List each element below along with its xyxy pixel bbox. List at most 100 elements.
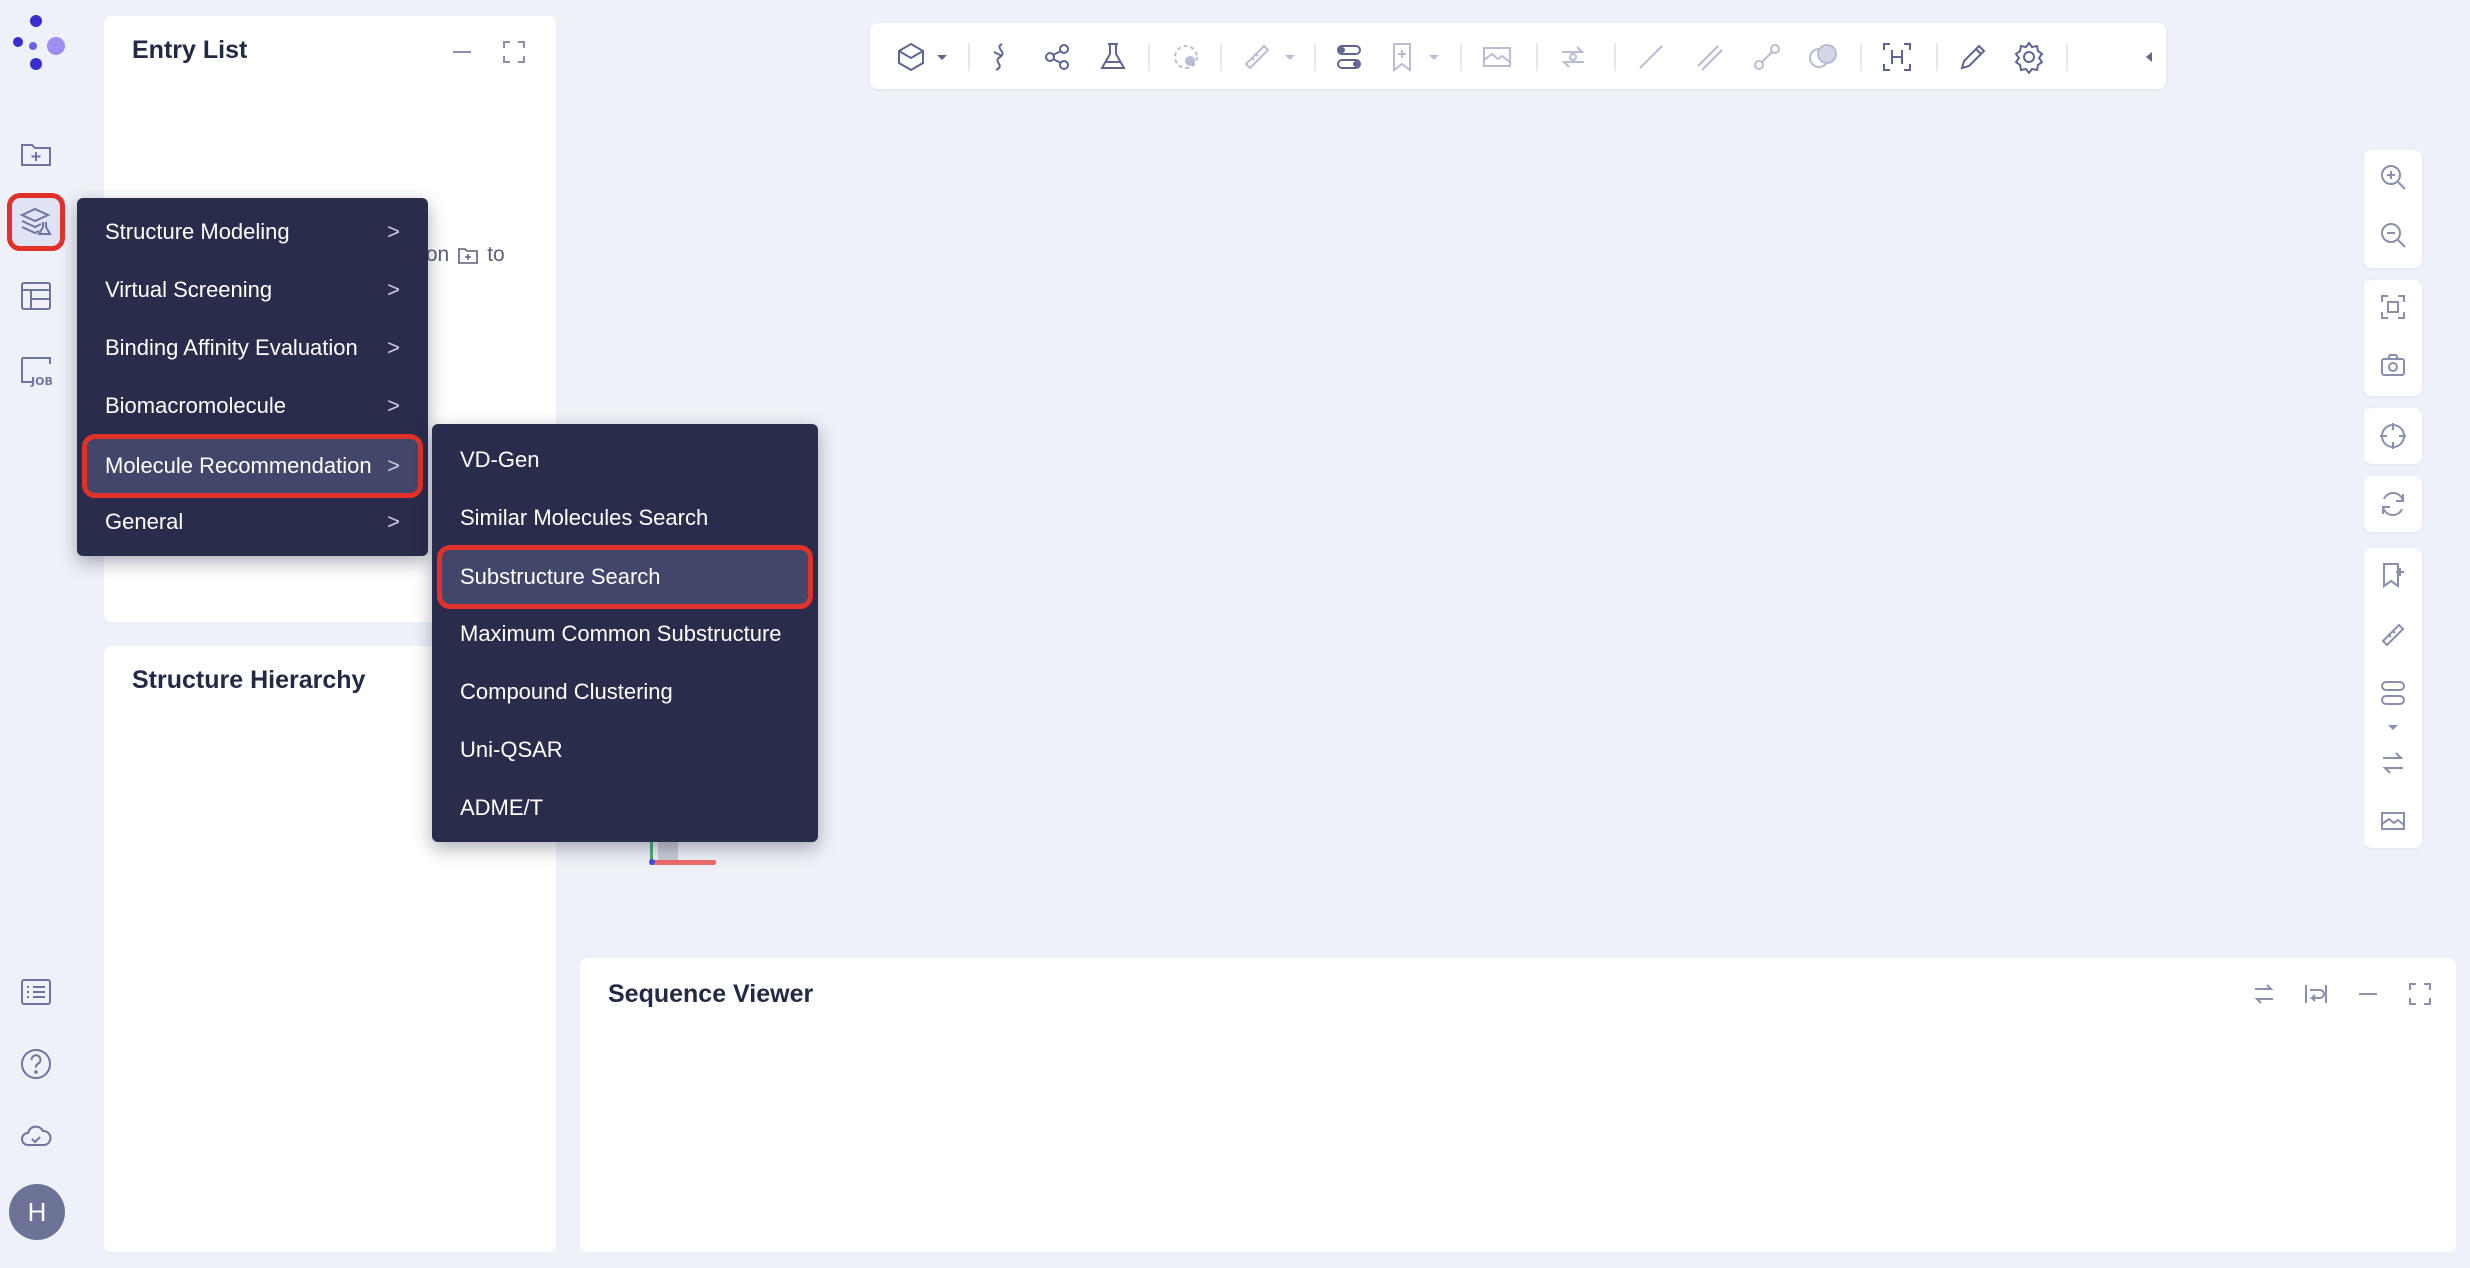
entry-list-title: Entry List [132, 36, 248, 64]
menu-item-label: Structure Modeling [105, 219, 290, 244]
align-icon[interactable] [2378, 678, 2408, 708]
list-icon [21, 979, 51, 1005]
menu-item-label: General [105, 509, 184, 534]
fullscreen-icon[interactable] [500, 38, 528, 66]
menu-item-label: Similar Molecules Search [460, 505, 709, 530]
submenu-item-similar-molecules-search[interactable]: Similar Molecules Search [440, 492, 810, 544]
task-list-button[interactable] [10, 966, 62, 1018]
tools-menu: Structure Modeling > Virtual Screening >… [77, 198, 428, 556]
target-icon[interactable] [2378, 421, 2408, 451]
chevron-right-icon: > [387, 393, 400, 418]
menu-item-biomacromolecule[interactable]: Biomacromolecule > [85, 380, 420, 432]
minimize-icon[interactable] [2354, 980, 2382, 1008]
submenu-item-uni-qsar[interactable]: Uni-QSAR [440, 724, 810, 776]
menu-item-label: VD-Gen [460, 447, 540, 472]
axis-indicator [649, 840, 716, 865]
fullscreen-icon[interactable] [2406, 980, 2434, 1008]
jobs-button[interactable]: JOB [10, 344, 62, 396]
cloud-button[interactable] [10, 1110, 62, 1162]
app-logo[interactable] [6, 12, 70, 76]
chevron-right-icon: > [387, 335, 400, 360]
folder-plus-icon [21, 144, 51, 166]
view-tools [2364, 280, 2422, 396]
pencil-icon[interactable] [1956, 40, 1990, 74]
menu-item-label: Biomacromolecule [105, 393, 286, 418]
submenu-item-substructure-search[interactable]: Substructure Search [437, 545, 813, 609]
image-grid-icon[interactable] [1480, 40, 1514, 74]
menu-item-label: Substructure Search [460, 564, 661, 589]
zoom-out-icon[interactable] [2378, 220, 2408, 250]
image-grid-icon[interactable] [2378, 806, 2408, 836]
chevron-right-icon: > [387, 277, 400, 302]
sequence-viewer-title: Sequence Viewer [608, 980, 814, 1008]
menu-item-general[interactable]: General > [85, 496, 420, 548]
measure-icon[interactable] [2378, 620, 2408, 650]
sequence-viewer-panel: Sequence Viewer [580, 958, 2456, 1252]
line-icon[interactable] [1634, 40, 1668, 74]
overlap-icon[interactable] [1806, 40, 1840, 74]
reset-tools [2364, 476, 2422, 532]
zoom-tools [2364, 150, 2422, 268]
table-view-button[interactable] [10, 270, 62, 322]
chevron-down-icon[interactable] [932, 40, 952, 74]
submenu-item-compound-clustering[interactable]: Compound Clustering [440, 666, 810, 718]
menu-item-label: Compound Clustering [460, 679, 673, 704]
chevron-down-icon[interactable] [2378, 718, 2408, 738]
molecule-recommendation-submenu: VD-Gen Similar Molecules Search Substruc… [432, 424, 818, 842]
wrap-icon[interactable] [2302, 980, 2330, 1008]
chevron-down-icon[interactable] [1280, 40, 1300, 74]
submenu-item-maximum-common-substructure[interactable]: Maximum Common Substructure [440, 608, 810, 660]
help-button[interactable] [10, 1038, 62, 1090]
submenu-item-adme-t[interactable]: ADME/T [440, 782, 810, 834]
menu-item-molecule-recommendation[interactable]: Molecule Recommendation > [82, 434, 423, 498]
camera-icon[interactable] [2378, 350, 2408, 380]
fit-view-icon[interactable] [2378, 292, 2408, 322]
cube-icon[interactable] [894, 40, 928, 74]
tools-menu-button[interactable] [7, 193, 65, 251]
structure-hierarchy-title: Structure Hierarchy [132, 666, 366, 694]
collapse-toolbar-icon[interactable] [2140, 40, 2158, 74]
menu-item-label: Uni-QSAR [460, 737, 563, 762]
chevron-right-icon: > [387, 219, 400, 244]
chevron-down-icon[interactable] [1424, 40, 1444, 74]
molecule-icon[interactable] [1040, 40, 1074, 74]
entry-list-hint: ton to [420, 243, 505, 267]
sequence-viewer-tools [2250, 980, 2434, 1008]
swap-icon[interactable] [2378, 748, 2408, 778]
swap-icon[interactable] [1556, 40, 1590, 74]
measure-icon[interactable] [1240, 40, 1274, 74]
cloud-icon [21, 1125, 52, 1146]
menu-item-virtual-screening[interactable]: Virtual Screening > [85, 264, 420, 316]
new-entry-button[interactable] [10, 128, 62, 180]
bookmark-add-icon[interactable] [1386, 40, 1420, 74]
zoom-in-icon[interactable] [2378, 162, 2408, 192]
refresh-icon[interactable] [2378, 489, 2408, 519]
double-line-icon[interactable] [1692, 40, 1726, 74]
user-avatar[interactable]: H [9, 1184, 65, 1240]
protein-icon[interactable] [982, 40, 1016, 74]
minimize-icon[interactable] [448, 38, 476, 66]
job-icon: JOB [21, 357, 53, 388]
align-icon[interactable] [1332, 40, 1366, 74]
annotation-tools [2364, 548, 2422, 848]
hydrogen-icon[interactable] [1880, 40, 1914, 74]
submenu-item-vd-gen[interactable]: VD-Gen [440, 434, 810, 486]
bond-icon[interactable] [1750, 40, 1784, 74]
center-tools [2364, 408, 2422, 464]
menu-item-label: Molecule Recommendation [105, 453, 372, 478]
surface-icon[interactable] [1170, 40, 1204, 74]
folder-plus-icon [458, 248, 479, 264]
swap-icon[interactable] [2250, 980, 2278, 1008]
menu-item-label: Maximum Common Substructure [460, 621, 782, 646]
menu-item-structure-modeling[interactable]: Structure Modeling > [85, 206, 420, 258]
help-icon [21, 1049, 51, 1079]
avatar-letter: H [27, 1196, 47, 1227]
svg-text:JOB: JOB [30, 375, 53, 388]
menu-item-binding-affinity[interactable]: Binding Affinity Evaluation > [85, 322, 420, 374]
table-icon [21, 282, 51, 310]
menu-item-label: Virtual Screening [105, 277, 273, 302]
bookmark-add-icon[interactable] [2378, 560, 2408, 590]
top-toolbar [870, 23, 2166, 89]
flask-icon[interactable] [1096, 40, 1130, 74]
gear-icon[interactable] [2012, 40, 2046, 74]
